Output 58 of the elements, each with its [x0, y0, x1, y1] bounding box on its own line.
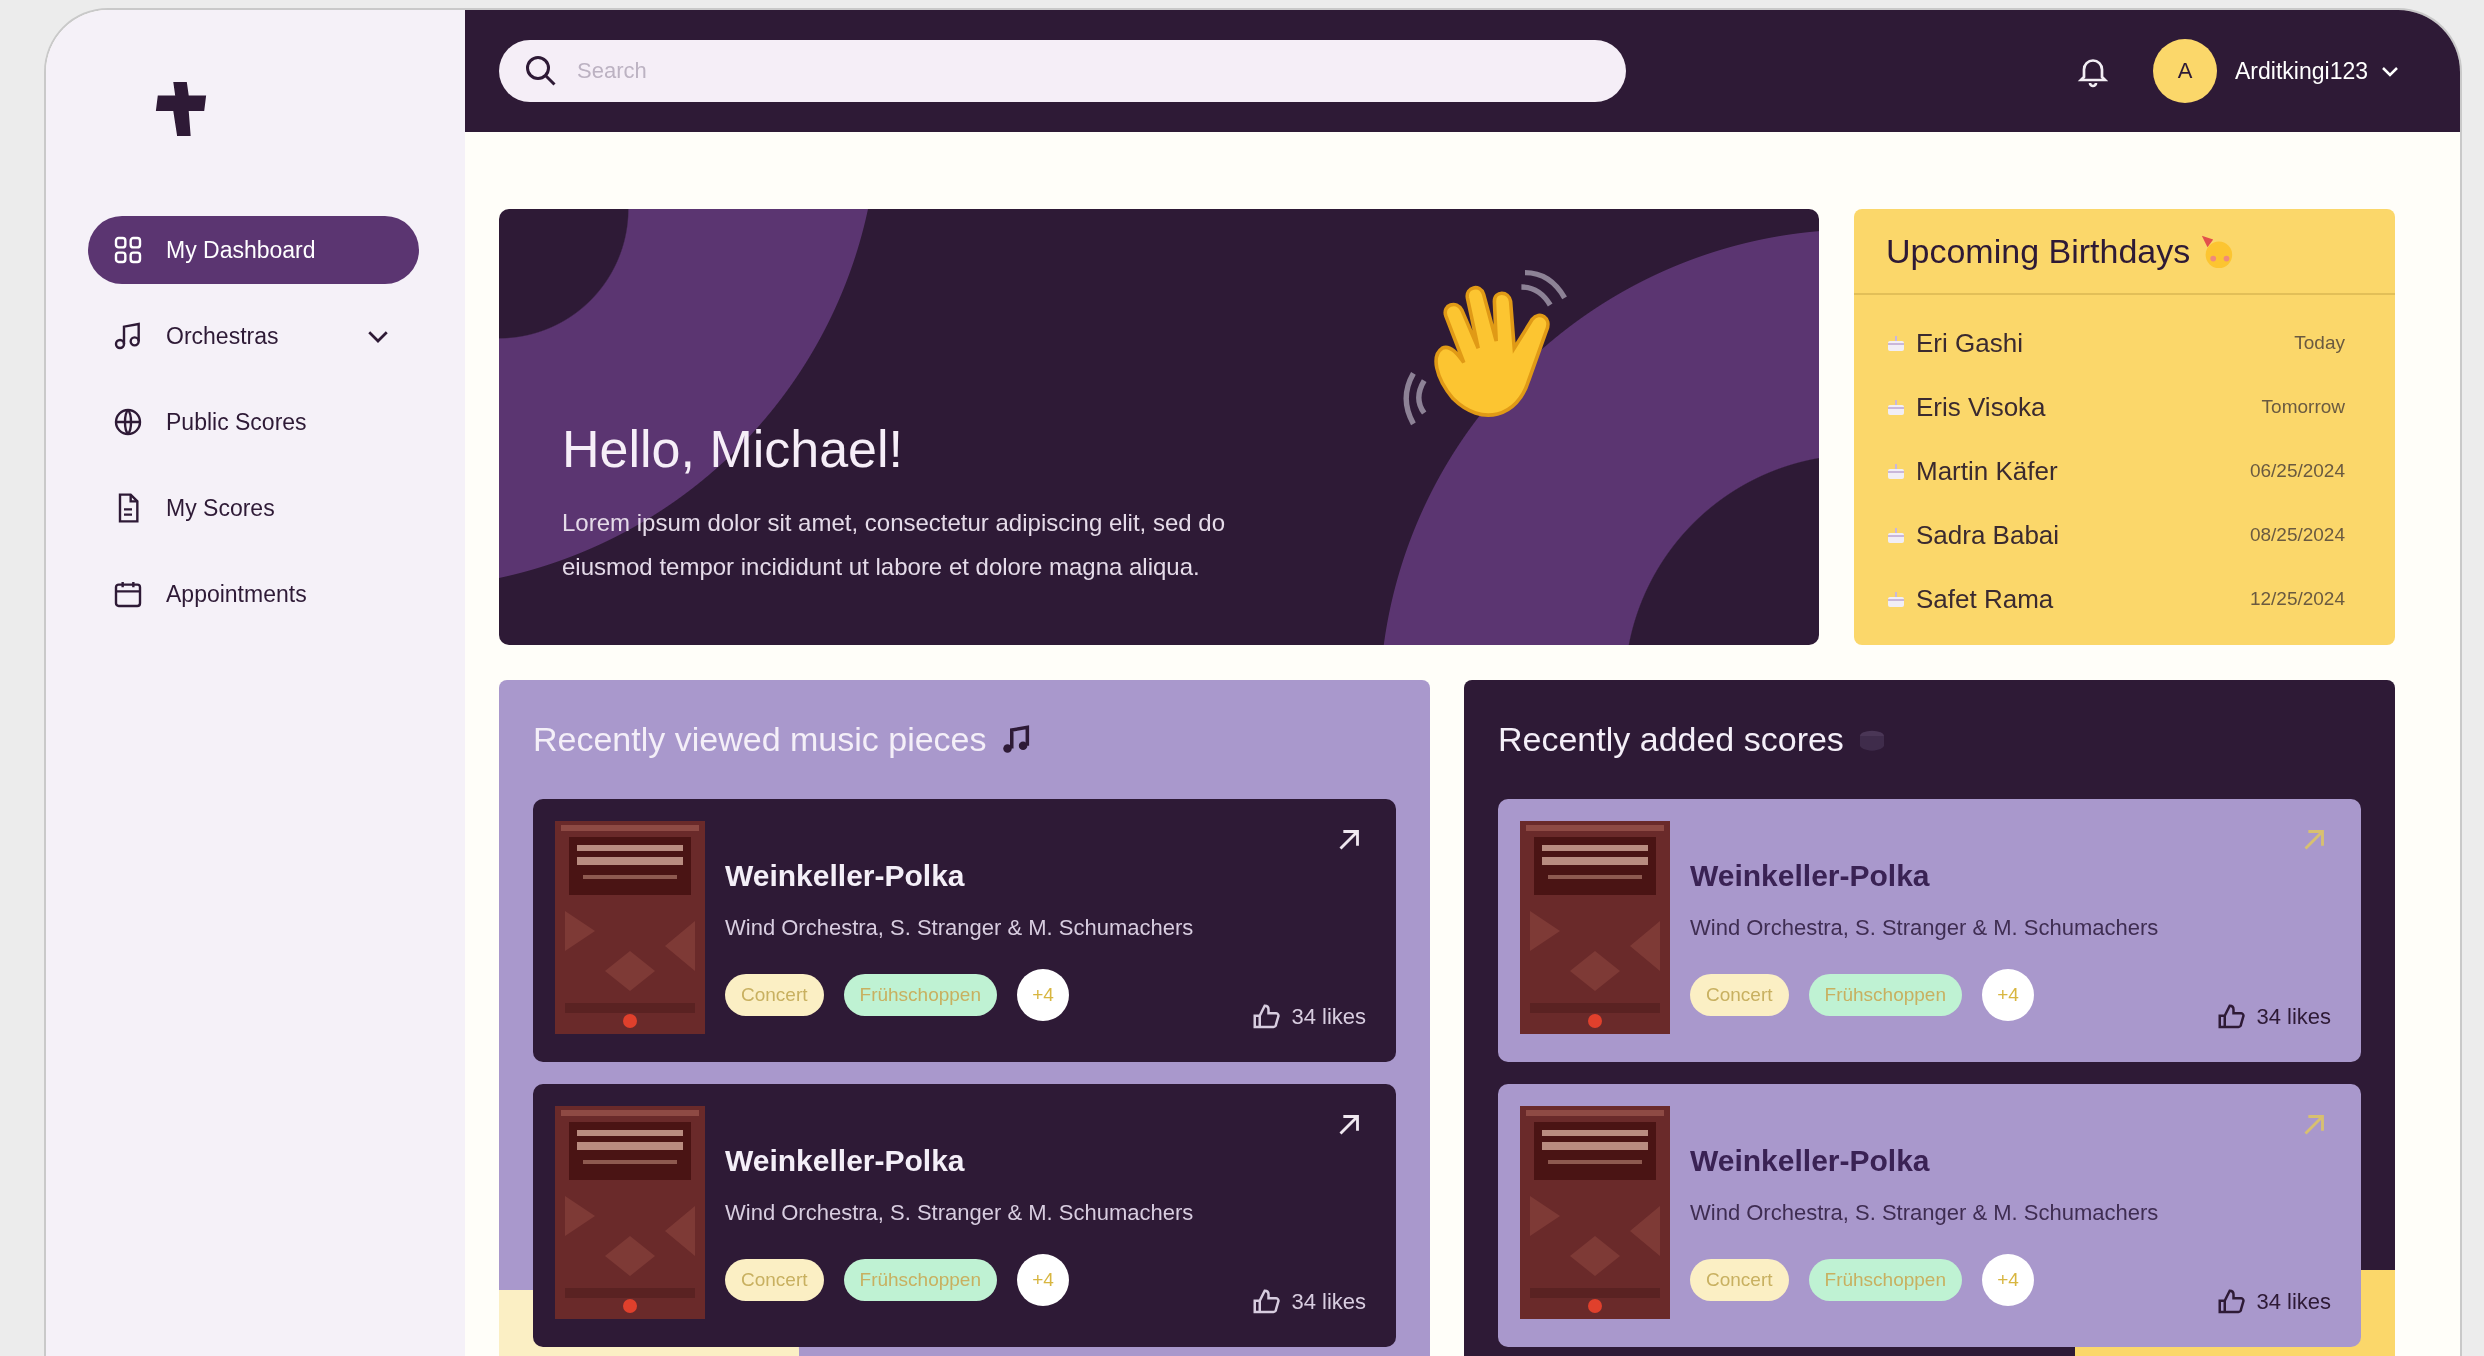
cake-icon [1886, 589, 1906, 609]
piece-subtitle: Wind Orchestra, S. Stranger & M. Schumachers [1690, 1200, 2160, 1226]
person-name: Sadra Babai [1916, 519, 2061, 551]
tag: Frühschoppen [843, 974, 997, 1016]
birthday-date: 08/25/2024 [2249, 524, 2345, 546]
panel-title: Recently added scores [1498, 720, 1844, 759]
piece-title: Weinkeller-Polka [725, 1144, 966, 1178]
person-name: Eri Gashi [1916, 327, 2024, 359]
score-card[interactable]: Weinkeller-Polka Wind Orchestra, S. Stranger & M. Schumachers Concert Frühschoppen +4 34 likes [1498, 1084, 2361, 1347]
tag: Frühschoppen [1808, 1259, 1962, 1301]
panel-title: Recently viewed music pieces [533, 720, 987, 759]
piece-title: Weinkeller-Polka [725, 859, 966, 893]
birthday-date: 06/25/2024 [2249, 460, 2345, 482]
nav-item[interactable]: Public Scores [88, 388, 419, 456]
person-name: Eris Visoka [1916, 391, 2047, 423]
user-avatar[interactable]: A [2153, 39, 2218, 103]
tag: Frühschoppen [1808, 974, 1962, 1016]
nav-item[interactable]: My Dashboard [88, 216, 419, 284]
more-tags-count: +4 [1017, 969, 1069, 1021]
globe-icon [112, 406, 144, 438]
piece-subtitle: Wind Orchestra, S. Stranger & M. Schumachers [725, 1200, 1195, 1226]
piece-subtitle: Wind Orchestra, S. Stranger & M. Schumachers [1690, 915, 2160, 941]
tag: Concert [1690, 1259, 1789, 1301]
more-tags-count: +4 [1017, 1254, 1069, 1306]
score-card[interactable]: Weinkeller-Polka Wind Orchestra, S. Stranger & M. Schumachers Concert Frühschoppen +4 34 likes [533, 1084, 1396, 1347]
more-tags-count: +4 [1982, 1254, 2034, 1306]
cake-icon [1886, 333, 1906, 353]
nav-item[interactable]: My Scores [88, 474, 419, 542]
likes-count: 34 likes [2256, 1289, 2331, 1315]
cake-icon [1886, 525, 1906, 545]
likes-count: 34 likes [2256, 1004, 2331, 1030]
greeting-title: Hello, Michael! [562, 419, 905, 479]
tag: Concert [1690, 974, 1789, 1016]
tag: Concert [725, 1259, 824, 1301]
person-name: Martin Käfer [1916, 455, 2059, 487]
cake-icon [1886, 397, 1906, 417]
search-field[interactable]: Search [499, 40, 1626, 102]
tag: Concert [725, 974, 824, 1016]
score-card[interactable]: Weinkeller-Polka Wind Orchestra, S. Stranger & M. Schumachers Concert Frühschoppen +4 34 likes [1498, 799, 2361, 1062]
nav-item[interactable]: Orchestras [88, 302, 419, 370]
more-tags-count: +4 [1982, 969, 2034, 1021]
birthday-date: 12/25/2024 [2249, 588, 2345, 610]
person-name: Safet Rama [1916, 583, 2055, 615]
likes-count: 34 likes [1291, 1289, 1366, 1315]
piece-title: Weinkeller-Polka [1690, 1144, 1931, 1178]
score-card[interactable]: Weinkeller-Polka Wind Orchestra, S. Stranger & M. Schumachers Concert Frühschoppen +4 34 likes [533, 799, 1396, 1062]
grid-icon [112, 234, 144, 266]
tag: Frühschoppen [843, 1259, 997, 1301]
cake-icon [1886, 461, 1906, 481]
username[interactable]: Arditkingi123 [2235, 57, 2368, 85]
likes-count: 34 likes [1291, 1004, 1366, 1030]
nav-item[interactable]: Appointments [88, 560, 419, 628]
piece-title: Weinkeller-Polka [1690, 859, 1931, 893]
card-title: Upcoming Birthdays [1886, 231, 2191, 271]
piece-subtitle: Wind Orchestra, S. Stranger & M. Schumachers [725, 915, 1195, 941]
greeting-text: Lorem ipsum dolor sit amet, consectetur adipiscing elit, sed do eiusmod tempor incididunt ut labore et dolore magna aliqua. [562, 508, 1226, 582]
birthday-date: Tomorrow [2261, 396, 2345, 418]
birthday-date: Today [2294, 332, 2345, 354]
